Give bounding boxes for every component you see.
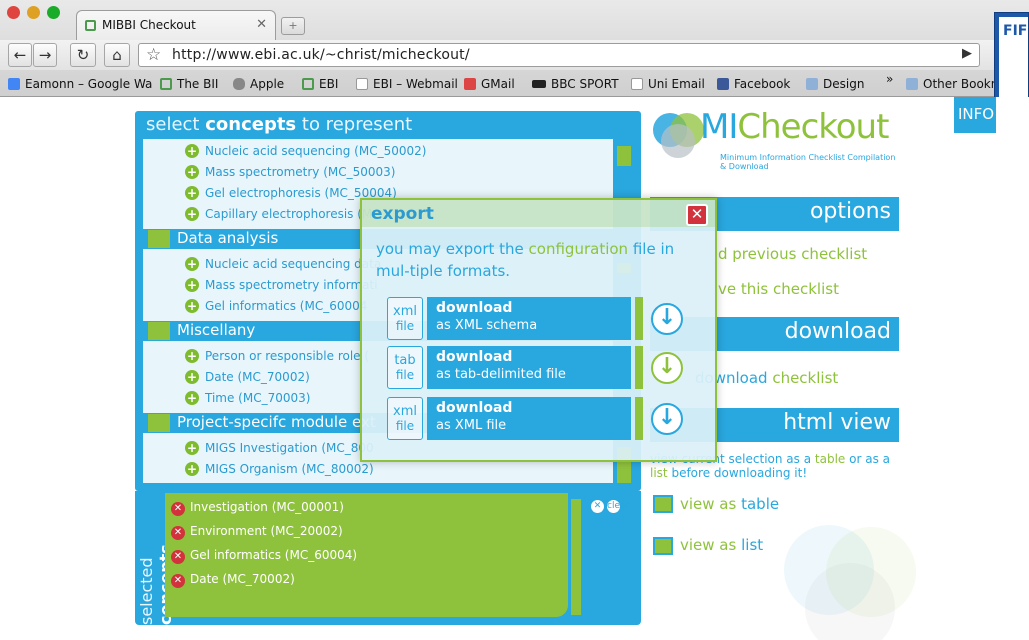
address-bar[interactable]: ☆ http://www.ebi.ac.uk/~christ/micheckou… bbox=[138, 43, 980, 67]
minimize-window-icon[interactable] bbox=[27, 6, 40, 19]
bookmark-item[interactable]: Facebook bbox=[717, 77, 790, 91]
forward-button[interactable]: → bbox=[33, 43, 57, 67]
clear-icon: ✕ bbox=[591, 500, 604, 513]
add-icon[interactable]: + bbox=[185, 462, 199, 476]
view-as-list-link[interactable]: view as list bbox=[680, 536, 763, 554]
remove-icon[interactable]: ✕ bbox=[171, 526, 185, 540]
remove-icon[interactable]: ✕ bbox=[171, 502, 185, 516]
toolbar: ← → ↻ ⌂ ☆ http://www.ebi.ac.uk/~christ/m… bbox=[0, 40, 1029, 70]
bookmark-item[interactable]: Uni Email bbox=[631, 77, 705, 91]
bookmarks-overflow-icon[interactable]: » bbox=[886, 72, 893, 86]
page: select concepts to represent + Nucleic ac… bbox=[0, 97, 1029, 640]
tab-title: MIBBI Checkout bbox=[102, 18, 196, 32]
concept-item[interactable]: + Mass spectrometry informati bbox=[185, 278, 378, 292]
selected-item: ✕ Environment (MC_20002) bbox=[171, 524, 343, 540]
browser-chrome: MIBBI Checkout ✕ + ← → ↻ ⌂ ☆ http://www.… bbox=[0, 0, 1029, 97]
export-xml-schema-row: xml file download as XML schema ↓ bbox=[387, 297, 702, 340]
logo-tagline: Minimum Information Checklist Compilatio… bbox=[720, 153, 896, 171]
bookmark-item[interactable]: GMail bbox=[464, 77, 515, 91]
bookmarks-bar: Eamonn – Google Wa The BII Apple EBI EBI… bbox=[0, 72, 1029, 97]
export-dialog: export ✕ you may export the configuratio… bbox=[360, 198, 717, 462]
concept-item[interactable]: + MIGS Investigation (MC_800 bbox=[185, 441, 374, 455]
add-icon[interactable]: + bbox=[185, 349, 199, 363]
export-message: you may export the configuration file in… bbox=[376, 240, 675, 280]
add-icon[interactable]: + bbox=[185, 441, 199, 455]
reload-button[interactable]: ↻ bbox=[70, 43, 96, 67]
concept-item[interactable]: + MIGS Organism (MC_80002) bbox=[185, 462, 374, 476]
tab-file-tag: tab file bbox=[387, 346, 423, 389]
xml-file-tag: xml file bbox=[387, 297, 423, 340]
list-view-icon[interactable] bbox=[653, 537, 673, 555]
export-dialog-title: export bbox=[371, 204, 434, 224]
zoom-window-icon[interactable] bbox=[47, 6, 60, 19]
load-checklist-link[interactable]: d previous checklist bbox=[718, 245, 867, 263]
add-icon[interactable]: + bbox=[185, 186, 199, 200]
export-xml-file-row: xml file download as XML file ↓ bbox=[387, 397, 702, 440]
bookmark-item[interactable]: EBI – Webmail bbox=[356, 77, 458, 91]
save-checklist-link[interactable]: ve this checklist bbox=[718, 280, 839, 298]
export-tab-delimited-row: tab file download as tab-delimited file ↓ bbox=[387, 346, 702, 389]
bookmark-item[interactable]: EBI bbox=[302, 77, 338, 91]
selected-item: ✕ Investigation (MC_00001) bbox=[171, 500, 344, 516]
new-tab-button[interactable]: + bbox=[281, 17, 305, 35]
bookmark-folder[interactable]: Design bbox=[806, 77, 864, 91]
concepts-header: select concepts to represent bbox=[146, 114, 413, 135]
info-tab[interactable]: INFO bbox=[954, 97, 996, 133]
download-arrow-icon[interactable]: ↓ bbox=[651, 352, 683, 384]
selected-concepts-label: selected concepts bbox=[137, 544, 175, 625]
download-arrow-icon[interactable]: ↓ bbox=[651, 403, 683, 435]
remove-icon[interactable]: ✕ bbox=[171, 550, 185, 564]
concept-item[interactable]: + Date (MC_70002) bbox=[185, 370, 310, 384]
table-view-icon[interactable] bbox=[653, 495, 673, 513]
micheckout-logo: MICheckout Minimum Information Checklist… bbox=[650, 107, 900, 171]
add-icon[interactable]: + bbox=[185, 370, 199, 384]
download-xml-file-button[interactable]: download as XML file bbox=[427, 397, 631, 440]
selected-scrollbar[interactable] bbox=[571, 499, 581, 615]
add-icon[interactable]: + bbox=[185, 207, 199, 221]
add-icon[interactable]: + bbox=[185, 299, 199, 313]
selected-item: ✕ Gel informatics (MC_60004) bbox=[171, 548, 357, 564]
home-button[interactable]: ⌂ bbox=[104, 43, 130, 67]
add-icon[interactable]: + bbox=[185, 257, 199, 271]
tab-favicon-icon bbox=[85, 20, 96, 31]
add-icon[interactable]: + bbox=[185, 278, 199, 292]
bookmark-folder[interactable]: Other Bookm bbox=[906, 77, 1002, 91]
download-xml-schema-button[interactable]: download as XML schema bbox=[427, 297, 631, 340]
close-tab-icon[interactable]: ✕ bbox=[256, 17, 267, 32]
back-button[interactable]: ← bbox=[8, 43, 32, 67]
concept-item[interactable]: + Time (MC_70003) bbox=[185, 391, 310, 405]
bookmark-item[interactable]: The BII bbox=[160, 77, 218, 91]
download-arrow-icon[interactable]: ↓ bbox=[651, 303, 683, 335]
concept-item[interactable]: + Capillary electrophoresis (M bbox=[185, 207, 372, 221]
close-dialog-button[interactable]: ✕ bbox=[686, 204, 708, 226]
close-window-icon[interactable] bbox=[7, 6, 20, 19]
add-icon[interactable]: + bbox=[185, 165, 199, 179]
bookmark-item[interactable]: Eamonn – Google Wa bbox=[8, 77, 152, 91]
selected-concepts-list: ✕ Investigation (MC_00001) ✕ Environment (… bbox=[165, 493, 568, 617]
add-icon[interactable]: + bbox=[185, 144, 199, 158]
section-square-icon bbox=[148, 322, 170, 340]
url-text: http://www.ebi.ac.uk/~christ/micheckout/ bbox=[172, 47, 470, 63]
clear-button[interactable]: ✕ clear bbox=[591, 497, 629, 513]
concept-item[interactable]: + Gel informatics (MC_60004 bbox=[185, 299, 367, 313]
view-as-table-link[interactable]: view as table bbox=[680, 495, 779, 513]
concept-item[interactable]: + Mass spectrometry (MC_50003) bbox=[185, 165, 396, 179]
concept-item[interactable]: + Nucleic acid sequencing (MC_50002) bbox=[185, 144, 426, 158]
tab-mibbi-checkout[interactable]: MIBBI Checkout ✕ bbox=[76, 10, 276, 40]
download-tab-delimited-button[interactable]: download as tab-delimited file bbox=[427, 346, 631, 389]
xml-file-tag: xml file bbox=[387, 397, 423, 440]
bookmark-item[interactable]: Apple bbox=[233, 77, 284, 91]
add-icon[interactable]: + bbox=[185, 391, 199, 405]
concept-item[interactable]: + Person or responsible role ( bbox=[185, 349, 369, 363]
selected-item: ✕ Date (MC_70002) bbox=[171, 572, 295, 588]
bookmark-star-icon[interactable]: ☆ bbox=[146, 45, 161, 65]
section-square-icon bbox=[148, 230, 170, 248]
remove-icon[interactable]: ✕ bbox=[171, 574, 185, 588]
logo-text: MICheckout bbox=[700, 107, 889, 147]
selected-concepts-panel: selected concepts ✕Investigation (MC_000… bbox=[135, 491, 641, 625]
go-arrow-icon[interactable]: ▶ bbox=[955, 43, 979, 67]
concept-item[interactable]: + Nucleic acid sequencing data bbox=[185, 257, 381, 271]
bookmark-item[interactable]: BBC SPORT bbox=[532, 77, 619, 91]
section-square-icon bbox=[148, 414, 170, 432]
